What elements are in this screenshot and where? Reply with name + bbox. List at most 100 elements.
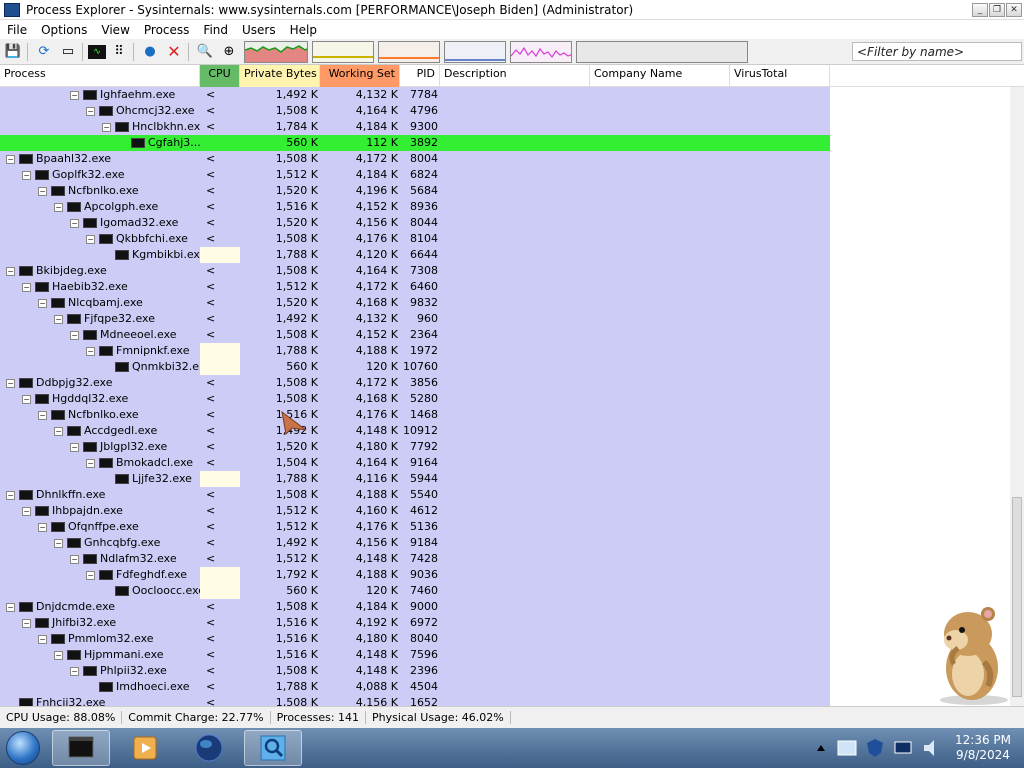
collapse-icon[interactable]: − xyxy=(86,347,95,356)
process-row[interactable]: −Dnjdcmde.exe< 0.011,508 K4,184 K9000 xyxy=(0,599,830,629)
col-process[interactable]: Process xyxy=(0,65,200,87)
clock[interactable]: 12:36 PM 9/8/2024 xyxy=(942,733,1024,763)
menu-process[interactable]: Process xyxy=(137,23,197,37)
process-row[interactable]: −Fjfqpe32.exe< 0.011,492 K4,132 K960 xyxy=(0,311,830,341)
process-row[interactable]: −Ddbpjg32.exe< 0.011,508 K4,172 K3856 xyxy=(0,375,830,405)
collapse-icon[interactable]: − xyxy=(38,635,47,644)
kill-process-icon[interactable]: ✕ xyxy=(163,42,185,62)
collapse-icon[interactable]: − xyxy=(86,571,95,580)
taskbar-globe[interactable] xyxy=(180,730,238,766)
process-row[interactable]: −Bkibjdeg.exe< 0.011,508 K4,164 K7308 xyxy=(0,263,830,293)
col-working-set[interactable]: Working Set xyxy=(320,65,400,87)
window-icon[interactable]: ▭ xyxy=(57,42,79,62)
process-row[interactable]: −Ncfbnlko.exe< 0.011,520 K4,196 K5684 xyxy=(0,183,830,213)
tray-window-icon[interactable] xyxy=(836,737,858,759)
properties-icon[interactable]: ● xyxy=(139,42,161,62)
taskbar-media[interactable] xyxy=(116,730,174,766)
tray-arrow-icon[interactable] xyxy=(814,741,828,755)
tree-icon[interactable]: ⠿ xyxy=(108,42,130,62)
save-icon[interactable]: 💾 xyxy=(2,42,24,62)
find-icon[interactable]: 🔍 xyxy=(194,42,216,62)
system-info-icon[interactable]: ∿ xyxy=(88,44,106,59)
process-row[interactable]: −Jblgpl32.exe< 0.011,520 K4,180 K7792 xyxy=(0,439,830,469)
shield-icon[interactable] xyxy=(864,737,886,759)
collapse-icon[interactable]: − xyxy=(54,427,63,436)
process-row[interactable]: −Mdneeoel.exe< 0.011,508 K4,152 K2364 xyxy=(0,327,830,357)
disk-graph[interactable] xyxy=(576,40,748,63)
collapse-icon[interactable]: − xyxy=(70,331,79,340)
process-row[interactable]: −Pmmlom32.exe< 0.011,516 K4,180 K8040 xyxy=(0,631,830,661)
network-graph[interactable] xyxy=(444,40,506,63)
collapse-icon[interactable]: − xyxy=(6,267,15,276)
collapse-icon[interactable]: − xyxy=(38,523,47,532)
collapse-icon[interactable]: − xyxy=(22,395,31,404)
taskbar-terminal[interactable] xyxy=(52,730,110,766)
close-button[interactable]: ✕ xyxy=(1006,2,1022,17)
collapse-icon[interactable]: − xyxy=(70,667,79,676)
process-row[interactable]: − Qkbbfchi.exe < 0.011,508 K4,176 K8104 xyxy=(0,231,830,261)
collapse-icon[interactable]: − xyxy=(22,171,31,180)
collapse-icon[interactable]: − xyxy=(54,651,63,660)
process-row[interactable]: Cgfahj3... 560 K 112 K 3892 xyxy=(0,135,830,151)
collapse-icon[interactable]: − xyxy=(54,203,63,212)
process-row[interactable]: − Fmnipnkf.exe 1,788 K 4,188 K 1972 xyxy=(0,343,830,359)
collapse-icon[interactable]: − xyxy=(70,443,79,452)
collapse-icon[interactable]: − xyxy=(54,539,63,548)
collapse-icon[interactable]: − xyxy=(86,459,95,468)
collapse-icon[interactable]: − xyxy=(70,555,79,564)
menu-options[interactable]: Options xyxy=(34,23,94,37)
col-virustotal[interactable]: VirusTotal xyxy=(730,65,830,87)
process-row[interactable]: −Accdgedl.exe< 0.011,492 K4,148 K10912 xyxy=(0,423,830,453)
col-description[interactable]: Description xyxy=(440,65,590,87)
collapse-icon[interactable]: − xyxy=(22,507,31,516)
taskbar-process-explorer[interactable] xyxy=(244,730,302,766)
process-row[interactable]: −Ofqnffpe.exe< 0.011,512 K4,176 K5136 xyxy=(0,519,830,549)
process-row[interactable]: −Apcolgph.exe< 0.011,516 K4,152 K8936 xyxy=(0,199,830,229)
process-row[interactable]: − Fdfeghdf.exe 1,792 K 4,188 K 9036 xyxy=(0,567,830,583)
process-row[interactable]: −Gnhcqbfg.exe< 0.011,492 K4,156 K9184 xyxy=(0,535,830,565)
maximize-button[interactable]: ❐ xyxy=(989,2,1005,17)
collapse-icon[interactable]: − xyxy=(6,491,15,500)
process-row[interactable]: Qnmkbi32.e... 560 K120 K10760 xyxy=(0,359,830,375)
collapse-icon[interactable]: − xyxy=(22,283,31,292)
process-row[interactable]: Imdhoeci.exe < 0.011,788 K4,088 K4504 xyxy=(0,679,830,706)
volume-icon[interactable] xyxy=(920,737,942,759)
collapse-icon[interactable]: − xyxy=(38,411,47,420)
col-private-bytes[interactable]: Private Bytes xyxy=(240,65,320,87)
process-row[interactable]: −Goplfk32.exe< 0.011,512 K4,184 K6824 xyxy=(0,167,830,197)
cpu-graph[interactable] xyxy=(244,40,308,63)
minimize-button[interactable]: _ xyxy=(972,2,988,17)
col-pid[interactable]: PID xyxy=(400,65,440,87)
process-row[interactable]: −Haebib32.exe< 0.011,512 K4,172 K6460 xyxy=(0,279,830,309)
filter-input[interactable]: <Filter by name> xyxy=(852,42,1022,61)
gpu-graph[interactable] xyxy=(510,40,572,63)
process-row[interactable]: Ljjfe32.exe 1,788 K 4,116 K 5944 xyxy=(0,471,830,487)
process-row[interactable]: − Phlpii32.exe < 0.011,508 K4,148 K2396 xyxy=(0,663,830,693)
process-row[interactable]: −Jhifbi32.exe< 0.011,516 K4,192 K6972 xyxy=(0,615,830,645)
collapse-icon[interactable]: − xyxy=(6,155,15,164)
process-row[interactable]: Kgmbikbi.exe 1,788 K 4,120 K 6644 xyxy=(0,247,830,263)
collapse-icon[interactable]: − xyxy=(70,219,79,228)
collapse-icon[interactable]: − xyxy=(22,619,31,628)
menu-view[interactable]: View xyxy=(94,23,136,37)
collapse-icon[interactable]: − xyxy=(54,315,63,324)
process-row[interactable]: −Ncfbnlko.exe< 0.011,516 K4,176 K1468 xyxy=(0,407,830,437)
process-row[interactable]: −Ndlafm32.exe< 0.011,512 K4,148 K7428 xyxy=(0,551,830,581)
col-company[interactable]: Company Name xyxy=(590,65,730,87)
menu-users[interactable]: Users xyxy=(235,23,283,37)
process-row[interactable]: − Bmokadcl.exe < 0.011,504 K4,164 K9164 xyxy=(0,455,830,485)
process-row[interactable]: −Dhnlkffn.exe< 0.011,508 K4,188 K5540 xyxy=(0,487,830,517)
io-graph[interactable] xyxy=(378,40,440,63)
process-row[interactable]: Fnhcji32.exe < 0.011,508 K4,156 K1652 xyxy=(0,695,830,706)
menu-help[interactable]: Help xyxy=(283,23,324,37)
collapse-icon[interactable]: − xyxy=(102,123,111,132)
process-row[interactable]: −Ohcmcj32.exe< 0.011,508 K4,164 K4796 xyxy=(0,103,830,133)
process-row[interactable]: −Ighfaehm.exe< 0.011,492 K4,132 K7784 xyxy=(0,87,830,117)
menu-find[interactable]: Find xyxy=(196,23,235,37)
commit-graph[interactable] xyxy=(312,40,374,63)
refresh-icon[interactable]: ⟳ xyxy=(33,42,55,62)
process-row[interactable]: −Hjpmmani.exe< 0.011,516 K4,148 K7596 xyxy=(0,647,830,677)
process-row[interactable]: −Igomad32.exe< 0.011,520 K4,156 K8044 xyxy=(0,215,830,245)
col-cpu[interactable]: CPU xyxy=(200,65,240,87)
network-icon[interactable] xyxy=(892,737,914,759)
